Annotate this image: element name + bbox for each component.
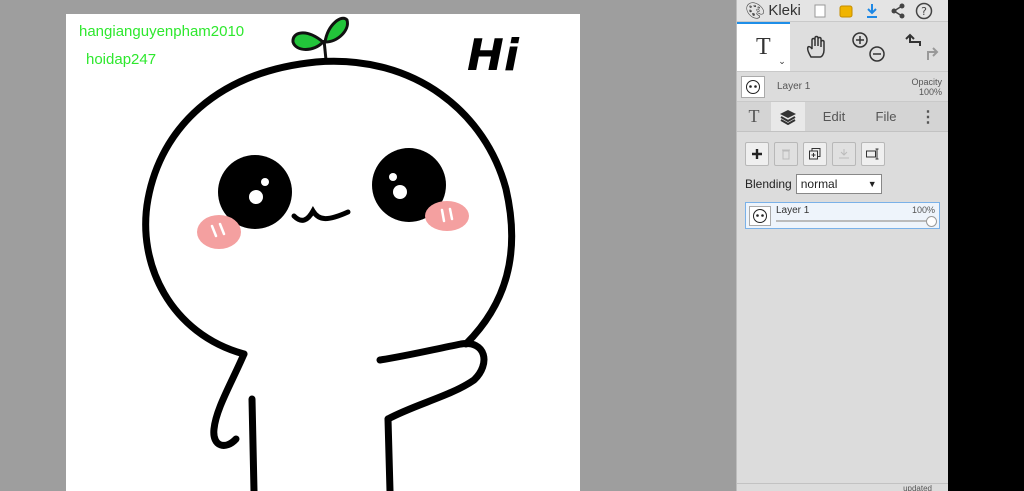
left-eye-highlight-small [261,178,269,186]
tab-edit[interactable]: Edit [805,102,863,131]
chevron-down-icon: ▼ [867,179,877,189]
add-layer-icon[interactable] [745,142,769,166]
tab-layers[interactable] [771,102,805,131]
right-blush [425,201,469,231]
current-layer-header[interactable]: Layer 1 Opacity 100% [737,72,948,102]
canvas-workspace[interactable]: hangianguyenpham2010 hoidap247 Hi [0,0,736,491]
tab-tool-settings[interactable]: T [737,102,771,131]
new-document-icon[interactable] [807,0,833,22]
hand-tool-button[interactable] [790,22,843,71]
layer-action-buttons [737,132,948,166]
download-icon[interactable] [859,0,885,22]
body-left-arm [210,350,248,449]
tab-file[interactable]: File [863,102,909,131]
layer-item-thumbnail [749,205,771,226]
blending-row: Blending normal ▼ [737,166,948,194]
hi-text: Hi [467,30,520,81]
status-bar: updated [737,483,948,491]
current-layer-name: Layer 1 [777,81,811,92]
rename-layer-icon[interactable] [861,142,885,166]
top-toolbar: 🎨︎ Kleki ? [737,0,948,22]
layer-thumbnail [741,75,765,98]
more-menu-icon[interactable]: ⋮ [909,102,947,131]
help-icon[interactable]: ? [911,0,937,22]
blending-select[interactable]: normal ▼ [795,174,882,194]
duplicate-layer-icon[interactable] [803,142,827,166]
layers-icon [780,109,796,125]
drawing-canvas[interactable]: hangianguyenpham2010 hoidap247 Hi [66,14,580,491]
tool-row: T ⌄ [737,22,948,72]
layer-item-opacity: 100% [911,205,935,215]
undo-icon[interactable] [904,33,921,46]
opacity-label: Opacity [911,76,942,87]
history-buttons [895,22,948,71]
layer-list-item[interactable]: Layer 1 100% [745,202,940,229]
zoom-out-icon[interactable] [869,45,885,62]
mouth [291,206,351,223]
delete-layer-icon[interactable] [774,142,798,166]
body-left-leg [248,395,258,491]
layer-opacity-slider[interactable] [776,220,933,222]
left-blush [197,215,241,249]
redo-icon[interactable] [926,46,939,60]
svg-text:?: ? [921,5,927,18]
blending-value: normal [800,177,838,191]
character-drawing: Hi [142,16,520,491]
sprout-leaf-right [323,16,349,44]
right-eye-highlight-small [389,173,397,181]
save-icon[interactable] [833,0,859,22]
body-right-arm [376,340,488,423]
black-margin [948,0,1024,491]
opacity-value: 100% [918,86,942,97]
text-tool-button[interactable]: T ⌄ [737,22,790,71]
text-tool-icon: T [756,34,771,60]
app-logo[interactable]: 🎨︎ Kleki [737,1,807,21]
kleki-logo-icon: 🎨︎ [745,2,766,20]
merge-layer-icon[interactable] [832,142,856,166]
zoom-buttons [843,22,896,71]
share-icon[interactable] [885,0,911,22]
app-name: Kleki [768,2,801,19]
status-text: updated [903,484,932,491]
left-eye-highlight-big [249,190,263,204]
opacity-readout: Opacity 100% [911,77,942,97]
right-eye-highlight-big [393,185,407,199]
hand-tool-icon [807,35,825,58]
blending-label: Blending [745,177,792,191]
sprout-leaf-left [291,31,326,51]
chevron-down-icon[interactable]: ⌄ [778,56,786,67]
side-panel: 🎨︎ Kleki ? T ⌄ Layer 1 Opacity 100% T Ed… [736,0,948,491]
body-right-leg [384,415,394,491]
panel-tabs: T Edit File ⋮ [737,102,948,132]
slider-handle[interactable] [926,216,937,227]
layer-item-name: Layer 1 [776,205,810,216]
zoom-in-icon[interactable] [852,31,868,48]
